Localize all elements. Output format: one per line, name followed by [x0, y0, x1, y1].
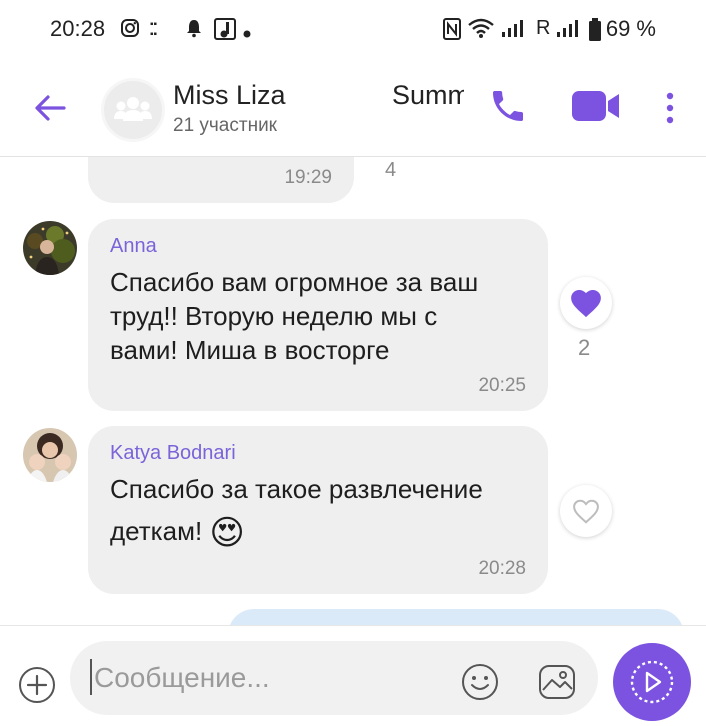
- message-line: вами! Миша в восторге: [110, 335, 390, 365]
- message-bubble[interactable]: Anna Спасибо вам огромное за ваш труд!! …: [88, 219, 548, 411]
- nfc-icon: [443, 18, 461, 45]
- chat-title[interactable]: Miss Liza: [173, 80, 286, 111]
- signal-icon-1: [501, 18, 523, 43]
- heart-eyes-emoji: 😍: [209, 514, 245, 552]
- bell-icon: [186, 18, 202, 43]
- message-composer: [0, 625, 706, 724]
- sender-name[interactable]: Anna: [110, 235, 157, 258]
- pinned-message-preview[interactable]: Summ: [392, 80, 464, 111]
- message-text: Спасибо за такое развлечение деткам! 😍: [110, 472, 483, 550]
- sender-name[interactable]: Katya Bodnari: [110, 442, 236, 465]
- instagram-icon: [120, 18, 140, 43]
- phone-call-icon[interactable]: [488, 86, 528, 126]
- battery-percent: 69 %: [605, 16, 656, 41]
- plus-icon[interactable]: [18, 666, 56, 704]
- message-line: труд!! Вторую неделю мы с: [110, 301, 438, 331]
- like-count: 4: [385, 159, 397, 181]
- smiley-icon[interactable]: [460, 662, 500, 702]
- more-options-icon[interactable]: [662, 90, 678, 126]
- message-time: 19:29: [284, 167, 332, 188]
- roaming-indicator: R: [536, 17, 551, 39]
- like-button[interactable]: [560, 485, 612, 537]
- message-line: деткам!: [110, 516, 203, 546]
- message-line: Спасибо вам огромное за ваш: [110, 267, 479, 297]
- like-count: 2: [578, 335, 591, 360]
- heart-outline-icon: [573, 499, 599, 524]
- heart-filled-icon: [571, 289, 601, 318]
- message-input-container[interactable]: [70, 641, 598, 715]
- message-bubble-previous[interactable]: 19:29: [88, 157, 354, 203]
- group-avatar[interactable]: [101, 78, 165, 142]
- like-button-liked[interactable]: [560, 277, 612, 329]
- message-list[interactable]: 19:29 4 Anna Спасибо вам огромное за ваш…: [0, 157, 706, 625]
- battery-icon: [588, 18, 602, 47]
- play-send-icon: [630, 660, 674, 704]
- participant-count[interactable]: 21 участник: [173, 115, 277, 137]
- chat-header: Miss Liza 21 участник Summ: [0, 60, 706, 157]
- message-bubble[interactable]: Katya Bodnari Спасибо за такое развлечен…: [88, 426, 548, 594]
- temu-icon: ▪▪ ▪▪: [150, 19, 158, 40]
- message-time: 20:28: [478, 558, 526, 579]
- outgoing-message-bubble[interactable]: [228, 609, 684, 625]
- video-call-icon[interactable]: [570, 88, 622, 124]
- avatar[interactable]: [23, 221, 77, 275]
- back-arrow-icon[interactable]: [30, 88, 70, 128]
- message-input[interactable]: [92, 659, 446, 697]
- status-time: 20:28: [50, 16, 106, 41]
- message-time: 20:25: [478, 375, 526, 396]
- sticker-icon[interactable]: [537, 662, 577, 702]
- message-text: Спасибо вам огромное за ваш труд!! Втору…: [110, 265, 478, 367]
- avatar[interactable]: [23, 428, 77, 482]
- status-bar: 20:28 ▪▪ ▪▪ R 69 %: [0, 0, 706, 60]
- dot-icon: [243, 22, 251, 43]
- message-line: Спасибо за такое развлечение: [110, 474, 483, 504]
- send-voice-button[interactable]: [613, 643, 691, 721]
- music-app-icon: [214, 18, 236, 45]
- wifi-icon: [468, 18, 494, 43]
- signal-icon-2: [556, 18, 578, 43]
